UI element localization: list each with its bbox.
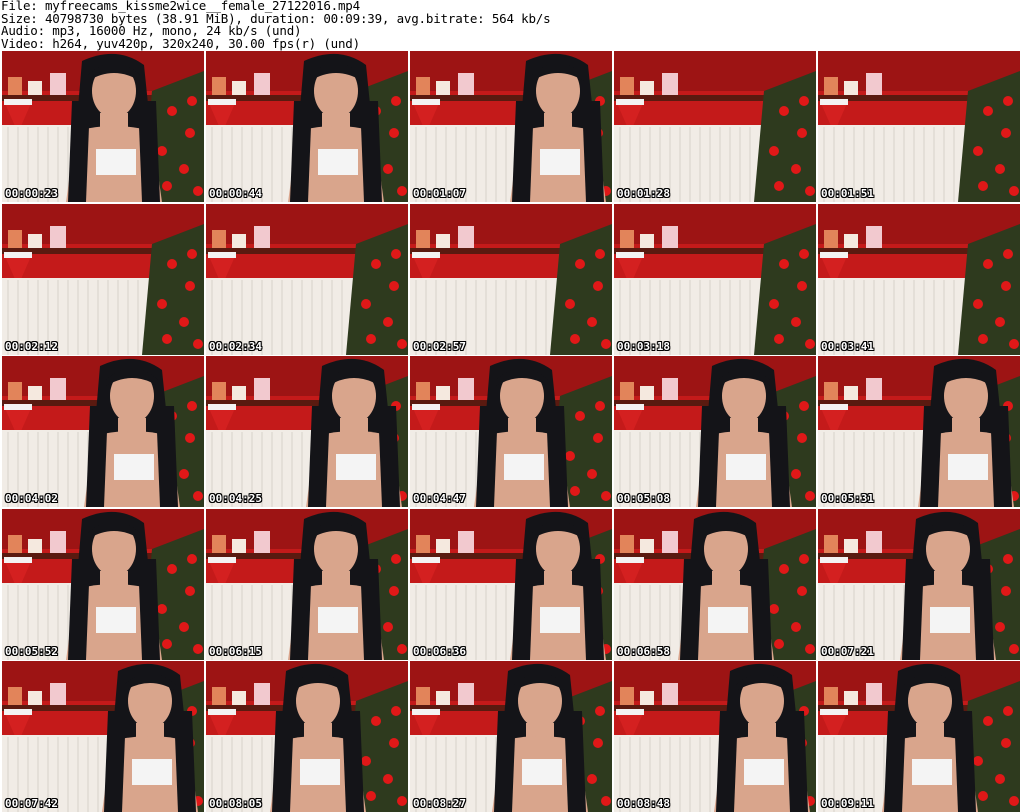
video-thumbnail[interactable]: 00:04:25 xyxy=(206,356,408,507)
thumbnail-frame xyxy=(410,661,612,812)
video-info-line: Video: h264, yuv420p, 320x240, 30.00 fps… xyxy=(1,36,360,52)
video-thumbnail[interactable]: 00:04:47 xyxy=(410,356,612,507)
thumbnail-timestamp: 00:08:48 xyxy=(617,797,670,810)
video-thumbnail[interactable]: 00:06:15 xyxy=(206,508,408,660)
video-thumbnail[interactable]: 00:00:23 xyxy=(2,51,204,202)
video-thumbnail[interactable]: 00:09:11 xyxy=(818,661,1020,812)
thumbnail-timestamp: 00:06:15 xyxy=(209,644,262,658)
thumbnail-frame xyxy=(614,508,816,660)
thumbnail-timestamp: 00:05:52 xyxy=(5,644,58,658)
video-thumbnail[interactable]: 00:02:12 xyxy=(2,203,204,355)
thumbnail-timestamp: 00:07:21 xyxy=(821,644,874,658)
thumbnail-frame xyxy=(614,203,816,355)
thumbnail-timestamp: 00:07:42 xyxy=(5,797,58,810)
thumbnail-frame xyxy=(2,356,204,507)
video-thumbnail[interactable]: 00:01:51 xyxy=(818,51,1020,202)
video-thumbnail[interactable]: 00:07:42 xyxy=(2,661,204,812)
video-thumbnail[interactable]: 00:03:41 xyxy=(818,203,1020,355)
thumbnail-frame xyxy=(410,51,612,202)
thumbnail-frame xyxy=(818,661,1020,812)
thumbnail-frame xyxy=(614,661,816,812)
thumbnail-timestamp: 00:09:11 xyxy=(821,797,874,810)
thumbnail-timestamp: 00:02:34 xyxy=(209,339,262,353)
video-thumbnail[interactable]: 00:06:58 xyxy=(614,508,816,660)
video-thumbnail[interactable]: 00:00:44 xyxy=(206,51,408,202)
thumbnail-frame xyxy=(206,356,408,507)
thumbnail-frame xyxy=(818,203,1020,355)
thumbnail-timestamp: 00:01:07 xyxy=(413,187,466,200)
thumbnail-timestamp: 00:04:02 xyxy=(5,492,58,505)
thumbnail-timestamp: 00:05:31 xyxy=(821,492,874,505)
video-thumbnail[interactable]: 00:01:07 xyxy=(410,51,612,202)
file-info-header: File: myfreecams_kissme2wice__female_271… xyxy=(0,0,1024,50)
thumbnail-frame xyxy=(410,203,612,355)
video-thumbnail[interactable]: 00:08:27 xyxy=(410,661,612,812)
thumbnail-frame xyxy=(410,508,612,660)
thumbnail-timestamp: 00:00:23 xyxy=(5,187,58,200)
thumbnail-frame xyxy=(614,356,816,507)
thumbnail-frame xyxy=(206,203,408,355)
thumbnail-timestamp: 00:02:57 xyxy=(413,339,466,353)
thumbnail-frame xyxy=(2,661,204,812)
thumbnail-timestamp: 00:04:25 xyxy=(209,492,262,505)
thumbnail-frame xyxy=(2,508,204,660)
thumbnail-timestamp: 00:03:18 xyxy=(617,339,670,353)
thumbnail-timestamp: 00:03:41 xyxy=(821,339,874,353)
thumbnail-frame xyxy=(2,51,204,202)
thumbnail-frame xyxy=(206,508,408,660)
thumbnail-timestamp: 00:05:08 xyxy=(617,492,670,505)
thumbnail-timestamp: 00:01:51 xyxy=(821,187,874,200)
video-thumbnail[interactable]: 00:05:52 xyxy=(2,508,204,660)
video-thumbnail[interactable]: 00:03:18 xyxy=(614,203,816,355)
video-thumbnail[interactable]: 00:02:34 xyxy=(206,203,408,355)
video-thumbnail[interactable]: 00:08:48 xyxy=(614,661,816,812)
video-thumbnail[interactable]: 00:04:02 xyxy=(2,356,204,507)
video-thumbnail[interactable]: 00:05:31 xyxy=(818,356,1020,507)
video-thumbnail[interactable]: 00:02:57 xyxy=(410,203,612,355)
thumbnail-frame xyxy=(206,661,408,812)
thumbnail-timestamp: 00:02:12 xyxy=(5,339,58,353)
thumbnail-grid: 00:00:23 00:00:44 00:01:07 00:01:28 00:0… xyxy=(2,51,1020,812)
thumbnail-frame xyxy=(2,203,204,355)
thumbnail-timestamp: 00:06:58 xyxy=(617,644,670,658)
thumbnail-frame xyxy=(614,51,816,202)
thumbnail-frame xyxy=(818,51,1020,202)
thumbnail-timestamp: 00:08:27 xyxy=(413,797,466,810)
thumbnail-timestamp: 00:04:47 xyxy=(413,492,466,505)
video-thumbnail[interactable]: 00:08:05 xyxy=(206,661,408,812)
thumbnail-timestamp: 00:00:44 xyxy=(209,187,262,200)
thumbnail-timestamp: 00:01:28 xyxy=(617,187,670,200)
thumbnail-frame xyxy=(410,356,612,507)
video-thumbnail[interactable]: 00:01:28 xyxy=(614,51,816,202)
thumbnail-frame xyxy=(206,51,408,202)
video-thumbnail[interactable]: 00:07:21 xyxy=(818,508,1020,660)
video-thumbnail[interactable]: 00:05:08 xyxy=(614,356,816,507)
video-thumbnail[interactable]: 00:06:36 xyxy=(410,508,612,660)
thumbnail-frame xyxy=(818,356,1020,507)
thumbnail-frame xyxy=(818,508,1020,660)
thumbnail-timestamp: 00:06:36 xyxy=(413,644,466,658)
thumbnail-timestamp: 00:08:05 xyxy=(209,797,262,810)
